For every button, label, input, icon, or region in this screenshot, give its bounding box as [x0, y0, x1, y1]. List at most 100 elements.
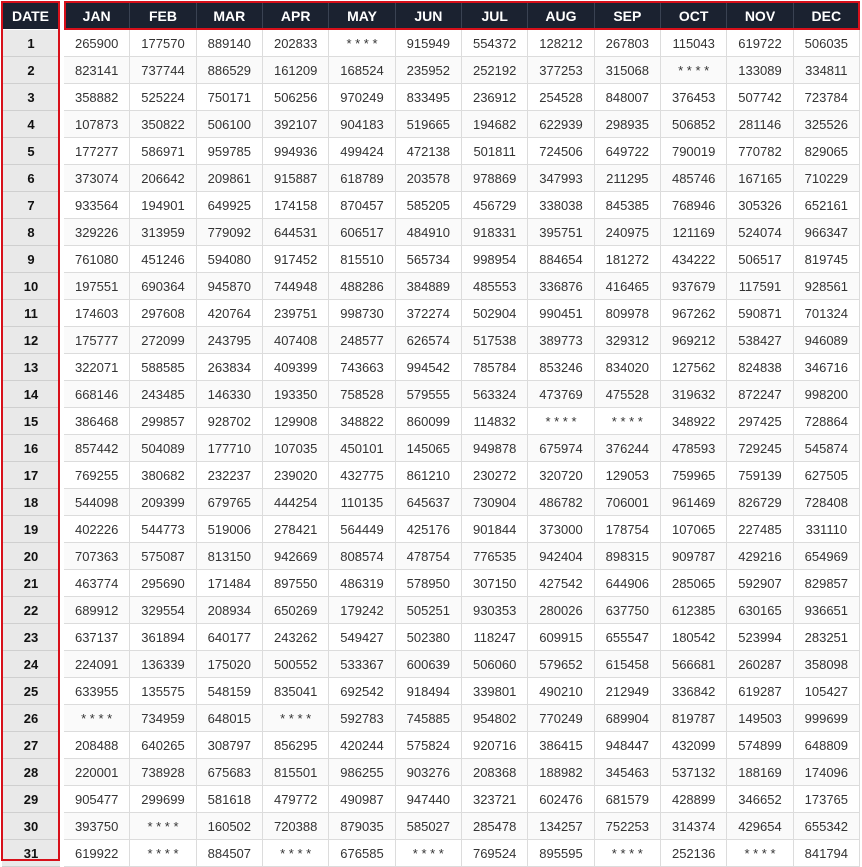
table-cell: 724506 — [528, 138, 595, 165]
table-cell: 949878 — [462, 435, 529, 462]
table-cell: 606517 — [329, 219, 396, 246]
table-cell: 648809 — [793, 732, 860, 759]
table-cell: 519006 — [196, 516, 263, 543]
table-cell: 745885 — [395, 705, 462, 732]
table-cell: 146330 — [196, 381, 263, 408]
table-cell: 194901 — [130, 192, 197, 219]
table-cell: 537132 — [661, 759, 728, 786]
table-cell: 488286 — [329, 273, 396, 300]
table-cell: 915887 — [263, 165, 330, 192]
table-cell: 350822 — [130, 111, 197, 138]
table-cell: 563324 — [462, 381, 529, 408]
table-cell: 329554 — [130, 597, 197, 624]
table-cell: 933564 — [64, 192, 131, 219]
table-cell: 490210 — [528, 678, 595, 705]
table-cell: 856295 — [263, 732, 330, 759]
table-cell: 393750 — [64, 813, 131, 840]
table-cell: 175777 — [64, 327, 131, 354]
table-cell: 315068 — [594, 57, 661, 84]
table-cell: 585027 — [395, 813, 462, 840]
table-cell: 320720 — [528, 462, 595, 489]
table-cell: 602476 — [528, 786, 595, 813]
table-cell: 179242 — [329, 597, 396, 624]
table-cell: 886529 — [196, 57, 263, 84]
date-cell-1: 1 — [2, 30, 60, 57]
table-cell: 361894 — [130, 624, 197, 651]
table-cell: 338038 — [528, 192, 595, 219]
table-cell: 504089 — [130, 435, 197, 462]
table-cell: 134257 — [528, 813, 595, 840]
table-cell: 243262 — [263, 624, 330, 651]
table-cell: 506852 — [661, 111, 728, 138]
table-cell: 905477 — [64, 786, 131, 813]
date-cell-3: 3 — [2, 84, 60, 111]
table-cell: 770782 — [727, 138, 794, 165]
table-cell: 265900 — [64, 30, 131, 57]
table-cell: 161209 — [263, 57, 330, 84]
table-cell: 331110 — [793, 516, 860, 543]
table-cell: 544098 — [64, 489, 131, 516]
month-header-dec: DEC — [793, 2, 860, 29]
table-cell: 815510 — [329, 246, 396, 273]
table-cell: 427542 — [528, 570, 595, 597]
table-cell: 808574 — [329, 543, 396, 570]
table-cell: 254528 — [528, 84, 595, 111]
table-cell: 622939 — [528, 111, 595, 138]
table-cell: 505251 — [395, 597, 462, 624]
table-cell: 581618 — [196, 786, 263, 813]
table-cell: 121169 — [661, 219, 728, 246]
table-cell: 967262 — [661, 300, 728, 327]
table-cell: 517538 — [462, 327, 529, 354]
table-cell: 478754 — [395, 543, 462, 570]
table-cell: 358098 — [793, 651, 860, 678]
table-cell: 278421 — [263, 516, 330, 543]
table-cell: 490987 — [329, 786, 396, 813]
table-cell: 637137 — [64, 624, 131, 651]
table-cell: 280026 — [528, 597, 595, 624]
date-cell-23: 23 — [2, 624, 60, 651]
table-cell: 752253 — [594, 813, 661, 840]
table-cell: 743663 — [329, 354, 396, 381]
month-header-jan: JAN — [64, 2, 131, 29]
month-header-nov: NOV — [727, 2, 794, 29]
table-cell: * * * * — [263, 705, 330, 732]
table-cell: 649722 — [594, 138, 661, 165]
table-cell: 193350 — [263, 381, 330, 408]
table-cell: 252192 — [462, 57, 529, 84]
table-cell: 373074 — [64, 165, 131, 192]
table-cell: 114832 — [462, 408, 529, 435]
table-cell: 654969 — [793, 543, 860, 570]
table-cell: 305326 — [727, 192, 794, 219]
table-cell: * * * * — [594, 408, 661, 435]
table-cell: 903276 — [395, 759, 462, 786]
table-cell: 299857 — [130, 408, 197, 435]
table-cell: 835041 — [263, 678, 330, 705]
table-cell: 707363 — [64, 543, 131, 570]
table-cell: 592783 — [329, 705, 396, 732]
table-cell: 263834 — [196, 354, 263, 381]
table-cell: 813150 — [196, 543, 263, 570]
table-cell: 372274 — [395, 300, 462, 327]
table-cell: 668146 — [64, 381, 131, 408]
table-cell: * * * * — [64, 705, 131, 732]
table-cell: 329312 — [594, 327, 661, 354]
table-cell: 386468 — [64, 408, 131, 435]
table-cell: 872247 — [727, 381, 794, 408]
table-cell: 920716 — [462, 732, 529, 759]
calendar-data-table: DATE JAN FEB MAR APR MAY JUN JUL AUG SEP OCT NOV DE… — [0, 0, 862, 867]
table-cell: 954802 — [462, 705, 529, 732]
table-cell: 574899 — [727, 732, 794, 759]
table-cell: 650269 — [263, 597, 330, 624]
table-cell: 297608 — [130, 300, 197, 327]
table-cell: 790019 — [661, 138, 728, 165]
table-cell: 115043 — [661, 30, 728, 57]
table-cell: 208488 — [64, 732, 131, 759]
month-header-may: MAY — [329, 2, 396, 29]
table-cell: 135575 — [130, 678, 197, 705]
table-cell: 376453 — [661, 84, 728, 111]
table-cell: 898315 — [594, 543, 661, 570]
table-cell: 209861 — [196, 165, 263, 192]
month-header-feb: FEB — [130, 2, 197, 29]
month-header-sep: SEP — [594, 2, 661, 29]
table-cell: 523994 — [727, 624, 794, 651]
